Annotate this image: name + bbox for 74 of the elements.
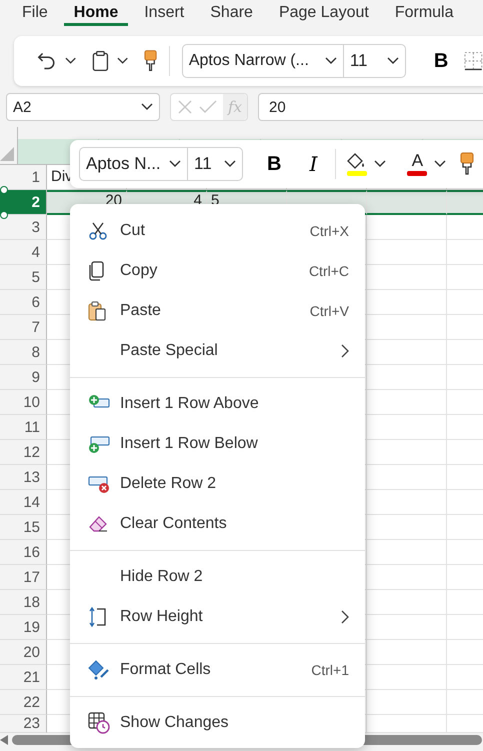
fill-color-icon[interactable] [346,152,368,176]
bold-button[interactable]: B [426,50,456,72]
menu-item[interactable]: Insert 1 Row Above [70,384,365,424]
row-header[interactable]: 1 [0,165,47,190]
scissors-icon [88,221,108,241]
undo-icon[interactable] [36,50,57,72]
menu-item[interactable]: Row Height [70,597,365,637]
row-header[interactable]: 14 [0,490,47,515]
menu-item[interactable]: Paste Ctrl+V [70,291,365,331]
row-header[interactable]: 6 [0,290,47,315]
row-header[interactable]: 22 [0,690,47,715]
row-header[interactable]: 9 [0,365,47,390]
ribbon-tab[interactable]: Home [64,0,128,26]
italic-button[interactable]: I [301,152,326,176]
row-header[interactable]: 18 [0,590,47,615]
eraser-icon [88,515,108,533]
row-header[interactable]: 2 [0,190,47,215]
row-header[interactable]: 12 [0,440,47,465]
clipboard-icon[interactable] [92,50,109,72]
menu-item[interactable]: Paste Special [70,331,365,371]
row-header[interactable]: 20 [0,640,47,665]
row-header[interactable]: 23 [0,715,47,733]
bold-button[interactable]: B [259,152,290,176]
menu-item[interactable]: Hide Row 2 [70,557,365,597]
ribbon-tab[interactable]: Formula [384,0,464,26]
row-header[interactable]: 11 [0,415,47,440]
menu-item[interactable]: Clear Contents [70,504,365,544]
clipboard-icon [88,301,106,321]
font-color-button[interactable]: A [406,152,428,176]
ribbon-tab[interactable]: Page Layout [268,0,379,26]
caret-icon[interactable] [116,57,128,65]
copy-icon [88,261,104,281]
menu-item[interactable]: Insert 1 Row Below [70,424,365,464]
row-header[interactable]: 21 [0,665,47,690]
scroll-left-icon[interactable] [0,735,8,745]
ribbon-tab[interactable]: Share [200,0,263,26]
ribbon-tab[interactable]: Insert [134,0,194,26]
name-box[interactable]: A2 [6,93,160,121]
chevron-down-icon [169,160,181,168]
menu-item[interactable]: Copy Ctrl+C [70,251,365,291]
caret-icon[interactable] [374,160,386,168]
menu-item[interactable]: Format Cells Ctrl+1 [70,650,365,690]
row-header[interactable]: 4 [0,240,47,265]
chevron-down-icon [224,160,236,168]
row-header[interactable]: 17 [0,565,47,590]
ribbon-tab[interactable]: File [12,0,58,26]
formula-field[interactable]: 20 [258,93,483,121]
grid-history-icon [88,712,110,734]
paintbrush-icon[interactable] [460,152,474,176]
menu-item[interactable]: Delete Row 2 [70,464,365,504]
font-size-dropdown[interactable]: 11 [342,45,405,77]
caret-icon[interactable] [64,57,76,65]
row-header[interactable]: 16 [0,540,47,565]
row-header[interactable]: 19 [0,615,47,640]
insert-row-icon [88,435,110,453]
chevron-down-icon [386,57,399,65]
font-size-dropdown[interactable]: 11 [187,148,242,180]
row-header[interactable]: 13 [0,465,47,490]
row-header[interactable]: 5 [0,265,47,290]
row-header[interactable]: 8 [0,340,47,365]
chevron-down-icon [324,57,337,65]
check-icon[interactable] [199,100,217,114]
row-header[interactable]: 10 [0,390,47,415]
paint-bucket-icon [88,660,110,680]
menu-item[interactable]: Show Changes [70,703,365,743]
row-header[interactable]: 3 [0,215,47,240]
caret-icon[interactable] [434,160,446,168]
row-height-icon [88,607,108,627]
paintbrush-icon[interactable] [144,49,157,73]
borders-icon[interactable] [464,51,483,71]
row-header[interactable]: 7 [0,315,47,340]
row-header[interactable]: 15 [0,515,47,540]
delete-row-icon [88,475,110,493]
chevron-down-icon [141,103,153,111]
